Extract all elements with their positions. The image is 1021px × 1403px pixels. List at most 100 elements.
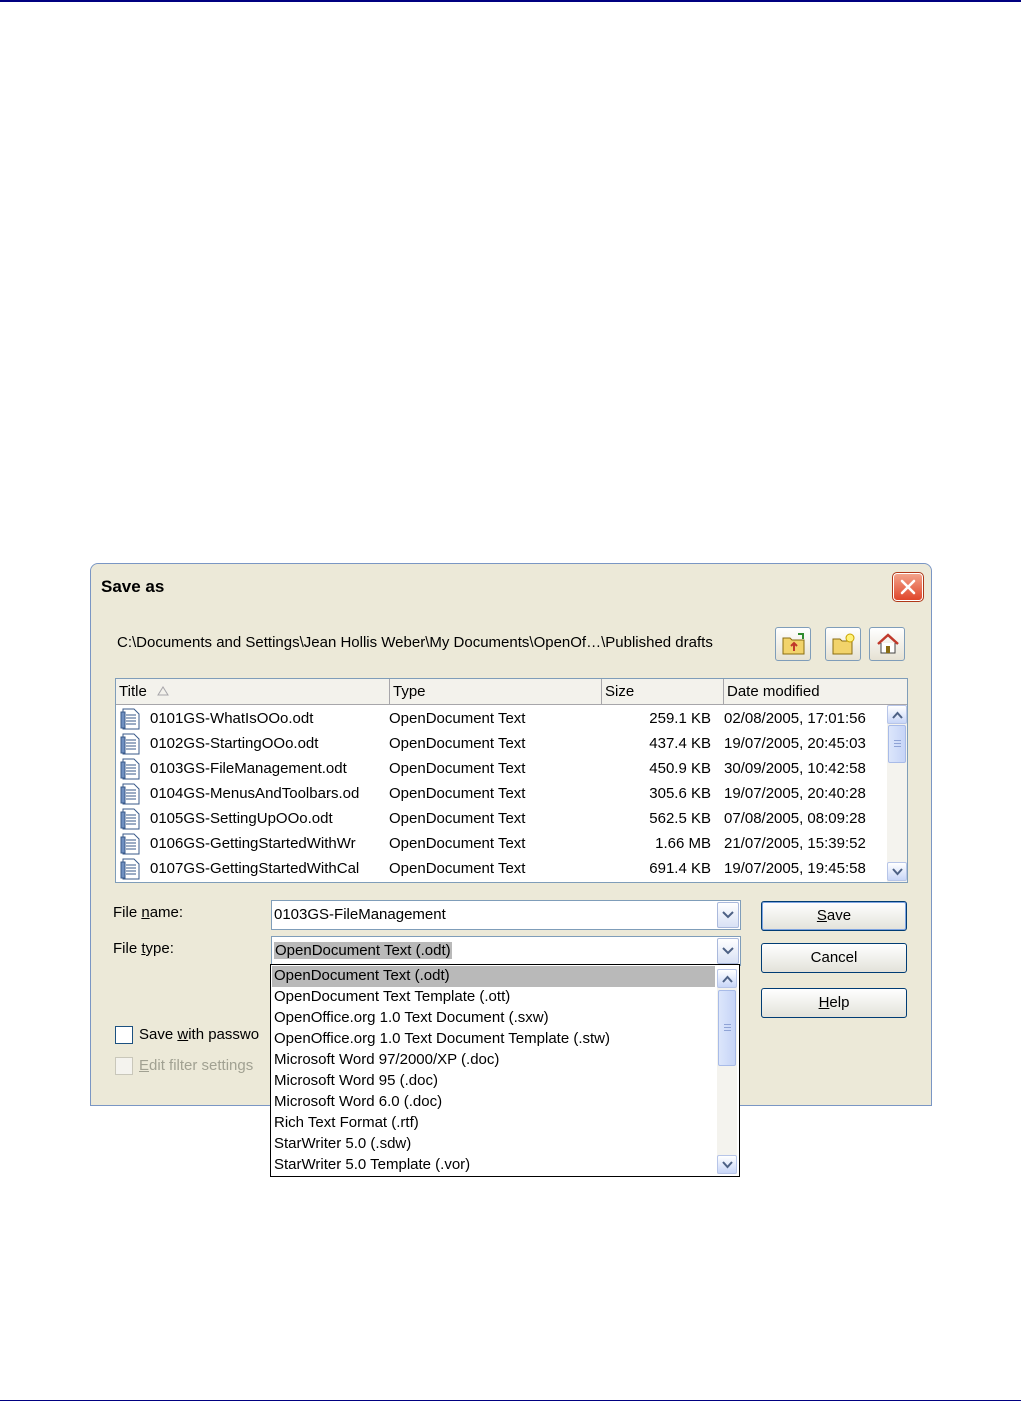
file-date: 30/09/2005, 10:42:58 [724,760,866,777]
column-title-label: Title [119,683,147,700]
file-date: 19/07/2005, 20:45:03 [724,735,866,752]
file-title: 0107GS-GettingStartedWithCal [150,860,360,877]
file-type: OpenDocument Text [389,785,526,802]
save-with-password-checkbox[interactable] [115,1026,133,1044]
create-new-folder-button[interactable] [825,627,861,661]
file-date: 19/07/2005, 20:40:28 [724,785,866,802]
file-type-option[interactable]: StarWriter 5.0 Template (.vor) [272,1155,715,1176]
file-type-select[interactable]: OpenDocument Text (.odt) [271,936,741,966]
file-size: 259.1 KB [649,710,711,727]
file-size: 691.4 KB [649,860,711,877]
close-icon [900,579,916,595]
file-type: OpenDocument Text [389,760,526,777]
file-type-option[interactable]: StarWriter 5.0 (.sdw) [272,1134,715,1155]
chevron-up-icon [892,711,903,719]
file-type-option[interactable]: Microsoft Word 6.0 (.doc) [272,1092,715,1113]
dropdown-scrollbar[interactable] [717,969,737,1174]
column-header-date[interactable]: Date modified [724,679,907,705]
file-type-option[interactable]: OpenDocument Text (.odt) [272,966,715,987]
column-header-type[interactable]: Type [390,679,602,705]
file-type: OpenDocument Text [389,860,526,877]
file-name-dropdown-button[interactable] [717,902,739,928]
file-name-value: 0103GS-FileManagement [274,906,446,923]
file-list-scrollbar[interactable] [887,705,907,882]
file-date: 07/08/2005, 08:09:28 [724,810,866,827]
sort-ascending-icon [157,686,169,696]
help-button[interactable]: Help [761,988,907,1018]
file-type-option[interactable]: OpenOffice.org 1.0 Text Document Templat… [272,1029,715,1050]
document-icon [120,833,140,855]
file-row[interactable]: 0107GS-GettingStartedWithCal OpenDocument… [116,856,887,881]
new-folder-icon [832,633,855,655]
file-row[interactable]: 0105GS-SettingUpOOo.odt OpenDocument Text… [116,806,887,831]
document-icon [120,733,140,755]
dropdown-scroll-down-button[interactable] [717,1155,737,1174]
save-button[interactable]: Save [761,901,907,931]
file-name-input[interactable]: 0103GS-FileManagement [271,900,741,930]
file-size: 562.5 KB [649,810,711,827]
dialog-titlebar[interactable]: Save as [91,564,931,604]
file-title: 0106GS-GettingStartedWithWr [150,835,356,852]
current-path: C:\Documents and Settings\Jean Hollis We… [117,634,713,651]
page-bottom-rule [0,1400,1021,1401]
page-top-rule [0,0,1021,2]
file-type-option[interactable]: OpenDocument Text Template (.ott) [272,987,715,1008]
scroll-down-button[interactable] [887,862,907,881]
file-row[interactable]: 0101GS-WhatIsOOo.odt OpenDocument Text 259… [116,706,887,731]
column-type-label: Type [393,683,426,700]
chevron-down-icon [722,1161,733,1169]
document-icon [120,758,140,780]
file-title: 0104GS-MenusAndToolbars.od [150,785,360,802]
file-title: 0105GS-SettingUpOOo.odt [150,810,333,827]
column-size-label: Size [605,683,635,700]
save-with-password-label[interactable]: Save with passwo [139,1026,259,1043]
cancel-button[interactable]: Cancel [761,943,907,973]
file-title: 0102GS-StartingOOo.odt [150,735,319,752]
column-date-label: Date modified [727,683,820,700]
column-header-size[interactable]: Size [602,679,724,705]
document-icon [120,808,140,830]
file-row[interactable]: 0106GS-GettingStartedWithWr OpenDocument … [116,831,887,856]
file-type-dropdown-button[interactable] [717,938,739,964]
file-size: 450.9 KB [649,760,711,777]
edit-filter-settings-checkbox[interactable] [115,1057,133,1075]
close-button[interactable] [892,572,924,602]
file-type-value: OpenDocument Text (.odt) [274,942,452,959]
file-type-option[interactable]: Microsoft Word 95 (.doc) [272,1071,715,1092]
chevron-down-icon [892,868,903,876]
document-icon [120,708,140,730]
home-icon [877,633,899,654]
dropdown-scroll-up-button[interactable] [717,969,737,988]
file-type-option[interactable]: Rich Text Format (.rtf) [272,1113,715,1134]
file-list[interactable]: Title Type Size Date modified 0101GS-Wha… [115,678,908,883]
file-size: 305.6 KB [649,785,711,802]
file-name-label: File name: [113,904,184,921]
file-row[interactable]: 0104GS-MenusAndToolbars.od OpenDocument T… [116,781,887,806]
file-date: 02/08/2005, 17:01:56 [724,710,866,727]
column-header-title[interactable]: Title [116,679,390,705]
folder-up-icon [782,633,805,655]
edit-filter-settings-label: Edit filter settings [139,1057,254,1074]
default-directory-button[interactable] [869,627,905,661]
file-type-option[interactable]: Microsoft Word 97/2000/XP (.doc) [272,1050,715,1071]
dropdown-scroll-thumb[interactable] [718,990,736,1066]
up-one-level-button[interactable] [775,627,811,661]
file-type-label: File type: [113,940,174,957]
file-size: 1.66 MB [655,835,711,852]
chevron-up-icon [722,975,733,983]
file-row[interactable]: 0102GS-StartingOOo.odt OpenDocument Text 4… [116,731,887,756]
file-date: 19/07/2005, 19:45:58 [724,860,866,877]
scroll-up-button[interactable] [887,705,907,724]
document-icon [120,858,140,880]
file-type-option[interactable]: OpenOffice.org 1.0 Text Document (.sxw) [272,1008,715,1029]
file-size: 437.4 KB [649,735,711,752]
dialog-title: Save as [101,577,165,596]
file-date: 21/07/2005, 15:39:52 [724,835,866,852]
scroll-thumb[interactable] [888,725,906,763]
file-row[interactable]: 0103GS-FileManagement.odt OpenDocument Te… [116,756,887,781]
file-title: 0103GS-FileManagement.odt [150,760,347,777]
file-type: OpenDocument Text [389,735,526,752]
file-type-dropdown-list[interactable]: OpenDocument Text (.odt) OpenDocument Tex… [270,964,740,1177]
file-type: OpenDocument Text [389,835,526,852]
file-title: 0101GS-WhatIsOOo.odt [150,710,314,727]
